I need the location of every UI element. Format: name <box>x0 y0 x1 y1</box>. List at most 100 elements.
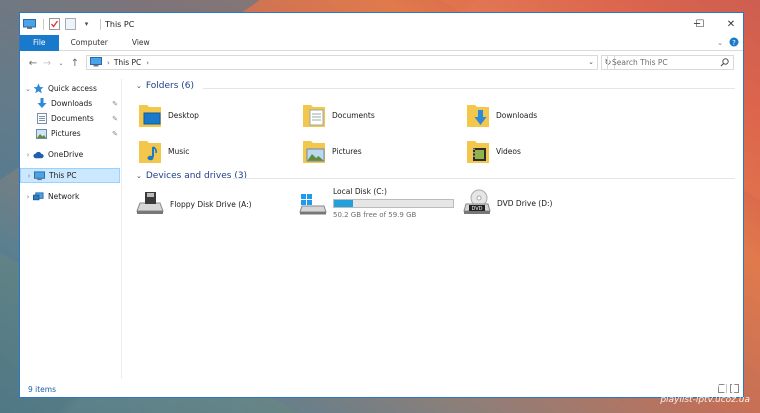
folder-music[interactable]: Music <box>138 135 189 167</box>
folder-label: Downloads <box>496 110 538 120</box>
pin-icon[interactable]: ✎ <box>112 100 118 108</box>
sidebar-item-label: Downloads <box>51 99 93 108</box>
up-icon[interactable]: ↑ <box>68 56 82 70</box>
disk-usage-bar <box>333 199 454 208</box>
folder-desktop[interactable]: Desktop <box>138 99 199 131</box>
sidebar-item-quick-access[interactable]: ⌄ Quick access <box>20 81 120 96</box>
navigation-bar: ← → ⌄ ↑ › This PC › ⌄ ↻ Search This PC <box>20 54 743 72</box>
sidebar-item-label: Documents <box>51 114 94 123</box>
collapse-chevron-icon[interactable]: ⌄ <box>136 82 142 90</box>
help-icon[interactable]: ? <box>729 37 739 49</box>
collapse-chevron-icon[interactable]: ⌄ <box>136 172 142 180</box>
expand-chevron-icon[interactable]: › <box>24 172 34 180</box>
maximize-button-glyph[interactable]: ☐ <box>684 13 716 35</box>
downloads-icon <box>36 98 47 109</box>
breadcrumb-chevron[interactable]: › <box>146 59 149 67</box>
drive-local-disk-c[interactable]: Local Disk (C:) 50.2 GB free of 59.9 GB <box>299 187 454 219</box>
folder-label: Desktop <box>168 110 199 120</box>
drive-details: Local Disk (C:) 50.2 GB free of 59.9 GB <box>333 187 454 219</box>
customize-toolbar-icon[interactable]: ▾ <box>80 18 93 31</box>
windows-drive-icon <box>299 193 327 217</box>
search-icon[interactable] <box>720 58 729 69</box>
sidebar-item-label: Pictures <box>51 129 81 138</box>
collapse-chevron-icon[interactable]: ⌄ <box>23 85 33 93</box>
expand-chevron-icon[interactable]: › <box>23 151 33 159</box>
music-folder-icon <box>138 137 162 165</box>
address-dropdown-icon[interactable]: ⌄ <box>588 58 594 66</box>
documents-icon <box>36 113 47 124</box>
dvd-drive-icon: DVD <box>463 189 491 217</box>
drive-label: Floppy Disk Drive (A:) <box>170 199 252 209</box>
group-title: Devices and drives (3) <box>145 171 248 181</box>
tab-computer[interactable]: Computer <box>59 35 120 51</box>
drive-floppy[interactable]: Floppy Disk Drive (A:) <box>136 191 252 217</box>
close-button[interactable]: ✕ <box>715 13 743 35</box>
sidebar-item-onedrive[interactable]: › OneDrive <box>20 147 120 162</box>
network-icon <box>33 191 44 202</box>
floppy-drive-icon <box>136 191 164 217</box>
status-item-count: 9 items <box>28 385 57 394</box>
dvd-badge: DVD <box>471 206 482 212</box>
drive-label: DVD Drive (D:) <box>497 198 553 208</box>
videos-folder-icon <box>466 137 490 165</box>
disk-usage-fill <box>334 200 354 207</box>
devices-group-header[interactable]: ⌄ Devices and drives (3) <box>136 171 247 181</box>
folder-pictures[interactable]: Pictures <box>302 135 362 167</box>
ribbon-tabs: File Computer View ⌄ ? <box>20 34 743 51</box>
group-divider <box>203 88 735 89</box>
title-bar: ▾ This PC ─ ☐ ✕ <box>20 13 743 35</box>
tab-file[interactable]: File <box>20 34 59 51</box>
sidebar-item-downloads[interactable]: Downloads ✎ <box>20 96 120 111</box>
drive-free-space: 50.2 GB free of 59.9 GB <box>333 211 417 219</box>
window-title: This PC <box>105 19 135 29</box>
this-pc-icon[interactable] <box>23 18 36 31</box>
forward-icon[interactable]: → <box>40 56 54 70</box>
pin-icon[interactable]: ✎ <box>112 130 118 138</box>
back-icon[interactable]: ← <box>26 56 40 70</box>
pictures-icon <box>36 128 47 139</box>
breadcrumb-chevron[interactable]: › <box>107 59 110 67</box>
sidebar-item-label: OneDrive <box>48 150 84 159</box>
quick-access-toolbar: ▾ This PC <box>20 13 134 35</box>
expand-chevron-icon[interactable]: › <box>23 193 33 201</box>
sidebar-item-label: Network <box>48 192 80 201</box>
tab-view[interactable]: View <box>120 35 162 51</box>
desktop-folder-icon <box>138 101 162 129</box>
sidebar-item-network[interactable]: › Network <box>20 189 120 204</box>
drive-label: Local Disk (C:) <box>333 187 387 196</box>
folder-downloads[interactable]: Downloads <box>466 99 537 131</box>
breadcrumb-this-pc[interactable]: This PC <box>114 58 141 67</box>
ribbon-controls: ⌄ ? <box>717 35 739 51</box>
recent-locations-icon[interactable]: ⌄ <box>54 56 68 70</box>
sidebar-item-label: Quick access <box>48 84 97 93</box>
folder-documents[interactable]: Documents <box>302 99 375 131</box>
explorer-window: ▾ This PC ─ ☐ ✕ File Computer View ⌄ ? ←… <box>19 12 744 398</box>
svg-text:?: ? <box>732 39 736 47</box>
pin-icon[interactable]: ✎ <box>112 115 118 123</box>
folders-group-header[interactable]: ⌄ Folders (6) <box>136 81 194 91</box>
navigation-pane: ⌄ Quick access Downloads ✎ Documents ✎ P… <box>20 79 122 379</box>
address-bar[interactable]: › This PC › ⌄ <box>86 55 598 70</box>
toolbar-separator <box>43 18 44 30</box>
computer-icon <box>34 170 45 181</box>
folder-label: Music <box>168 146 190 156</box>
downloads-folder-icon <box>466 101 490 129</box>
expand-ribbon-icon[interactable]: ⌄ <box>717 39 723 47</box>
new-folder-icon[interactable] <box>64 18 77 31</box>
drive-dvd[interactable]: DVD DVD Drive (D:) <box>463 189 552 217</box>
this-pc-icon <box>90 56 102 69</box>
folder-label: Documents <box>332 110 375 120</box>
cloud-icon <box>33 149 44 160</box>
group-divider <box>233 178 735 179</box>
folder-label: Pictures <box>332 146 362 156</box>
sidebar-item-documents[interactable]: Documents ✎ <box>20 111 120 126</box>
properties-icon[interactable] <box>48 18 61 31</box>
group-title: Folders (6) <box>145 81 194 91</box>
watermark-site: playlist-iptv.ucoz.ua <box>660 395 750 405</box>
folder-videos[interactable]: Videos <box>466 135 521 167</box>
sidebar-item-this-pc[interactable]: › This PC <box>20 168 120 183</box>
sidebar-item-pictures[interactable]: Pictures ✎ <box>20 126 120 141</box>
documents-folder-icon <box>302 101 326 129</box>
search-input[interactable]: Search This PC <box>607 55 734 70</box>
pictures-folder-icon <box>302 137 326 165</box>
